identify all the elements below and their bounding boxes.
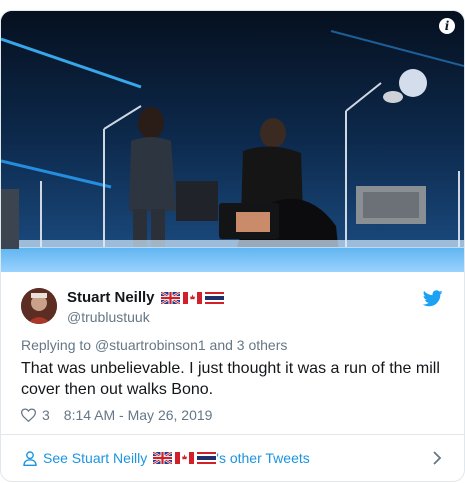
avatar[interactable] <box>21 288 57 324</box>
avatar-image <box>21 288 57 324</box>
canada-flag-icon <box>175 452 195 464</box>
heart-icon[interactable] <box>21 408 36 422</box>
author-flags <box>160 291 224 304</box>
concert-photo-image <box>1 11 464 272</box>
see-other-prefix: See Stuart Neilly <box>43 450 148 466</box>
canada-flag-icon <box>182 291 202 304</box>
tweet-timestamp[interactable]: 8:14 AM - May 26, 2019 <box>64 407 213 423</box>
tweet-header: Stuart Neilly @trublustuuk <box>1 286 464 336</box>
reply-others-link[interactable]: and 3 others <box>210 337 288 353</box>
see-other-suffix: 's other Tweets <box>216 450 310 466</box>
tweet-photo[interactable]: i <box>1 11 464 272</box>
tweet-embed-card[interactable]: i Stuart Neilly @trublustuuk Replying to… <box>0 10 465 482</box>
uk-flag-icon <box>160 291 180 304</box>
see-other-tweets-link[interactable]: See Stuart Neilly 's other Tweets <box>1 435 464 481</box>
author-name[interactable]: Stuart Neilly <box>67 289 155 306</box>
reply-prefix: Replying to <box>21 337 92 353</box>
reply-context: Replying to @stuartrobinson1 and 3 other… <box>21 336 444 354</box>
chevron-right-icon <box>433 451 442 465</box>
twitter-bird-icon[interactable] <box>423 290 443 307</box>
reply-to-link[interactable]: @stuartrobinson1 <box>95 337 206 353</box>
info-icon[interactable]: i <box>439 18 455 34</box>
footer-flags <box>153 452 217 464</box>
like-count[interactable]: 3 <box>42 407 50 423</box>
tweet-meta: 3 8:14 AM - May 26, 2019 <box>21 406 444 424</box>
author-name-row[interactable]: Stuart Neilly <box>67 289 224 306</box>
tweet-text: That was unbelievable. I just thought it… <box>21 360 440 398</box>
thailand-flag-icon <box>204 291 224 304</box>
author-handle[interactable]: @trublustuuk <box>67 309 150 325</box>
thailand-flag-icon <box>197 452 217 464</box>
person-icon <box>23 450 37 466</box>
uk-flag-icon <box>153 452 173 464</box>
